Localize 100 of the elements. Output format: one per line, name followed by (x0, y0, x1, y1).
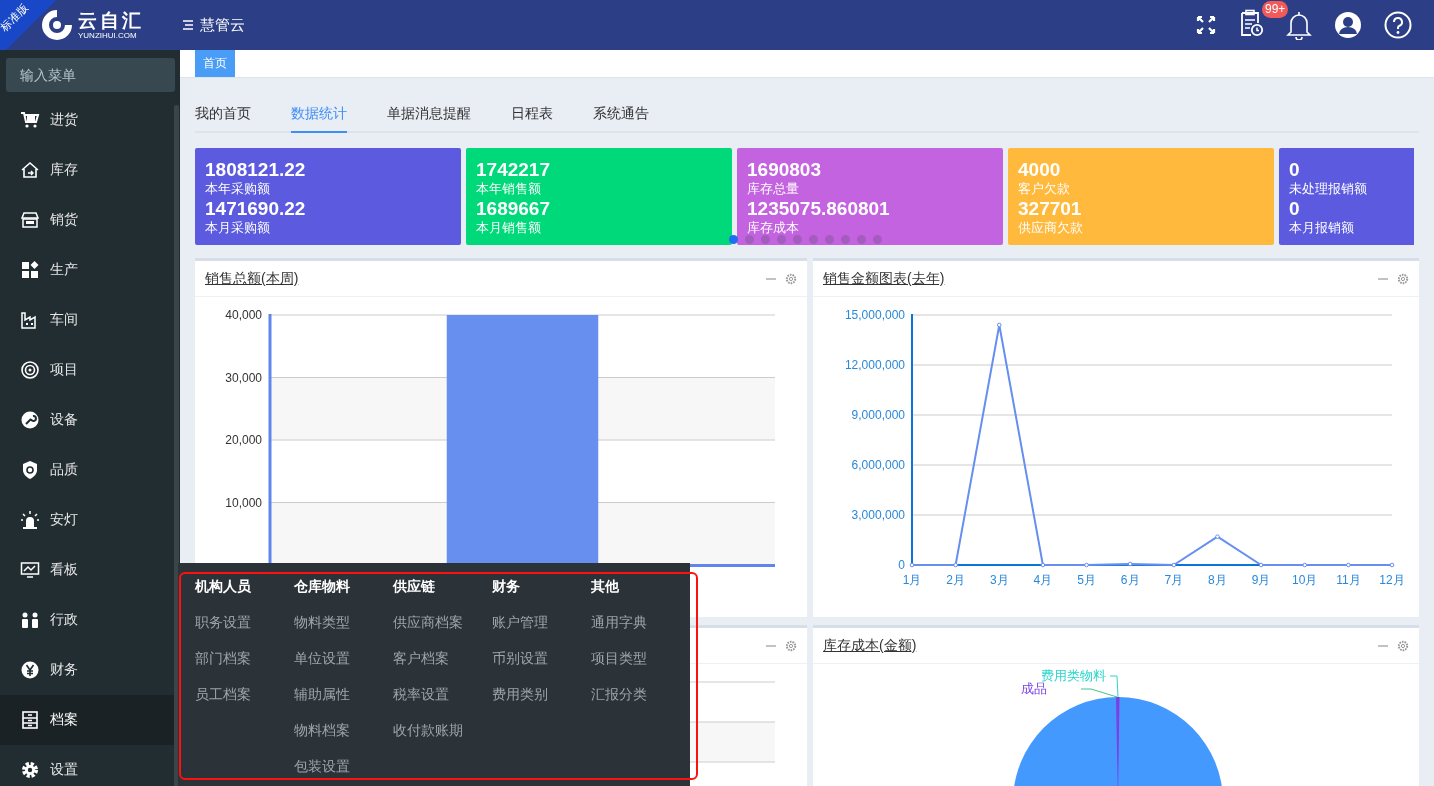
menu-item[interactable]: 物料类型 (294, 604, 393, 640)
axis-tick-label: 11月 (1336, 573, 1361, 587)
sidebar-item[interactable]: 生产 (0, 245, 174, 295)
menu-item[interactable]: 收付款账期 (393, 712, 492, 748)
menu-item[interactable]: 币别设置 (492, 640, 591, 676)
data-point (1127, 561, 1133, 567)
axis-tick-label: 8月 (1208, 573, 1227, 587)
settings-icon[interactable] (785, 639, 797, 652)
sidebar-item[interactable]: 库存 (0, 145, 174, 195)
stat-value: 1471690.22 (205, 197, 307, 220)
menu-item[interactable]: 通用字典 (591, 604, 690, 640)
menu-heading: 财务 (492, 577, 521, 596)
shield-icon (20, 460, 40, 480)
menu-item[interactable]: 客户档案 (393, 640, 492, 676)
sidebar-item[interactable]: 项目 (0, 345, 174, 395)
carousel-dot[interactable] (777, 235, 786, 244)
data-point (909, 562, 915, 568)
axis-tick-label: 1月 (902, 573, 922, 587)
sidebar-item[interactable]: 看板 (0, 545, 174, 595)
menu-item[interactable]: 费用类别 (492, 676, 591, 712)
menu-search-field[interactable]: 输入菜单 (6, 58, 175, 92)
axis-tick-label: 3月 (989, 573, 1009, 587)
menu-item[interactable]: 物料档案 (294, 712, 393, 748)
bell-icon[interactable] (1286, 10, 1312, 40)
sidebar-item[interactable]: 财务 (0, 645, 174, 695)
sidebar-item[interactable]: 安灯 (0, 495, 174, 545)
carousel-dot[interactable] (809, 235, 818, 244)
menu-item[interactable]: 汇报分类 (591, 676, 690, 712)
clipboard-clock-icon[interactable] (1238, 9, 1264, 37)
menu-item[interactable]: 项目类型 (591, 640, 690, 676)
stat-label: 库存成本 (747, 220, 800, 236)
settings-icon[interactable] (1397, 639, 1409, 652)
axis-tick-label: 5月 (1077, 573, 1096, 587)
app-title: 慧管云 (200, 15, 245, 35)
carousel-dot[interactable] (841, 235, 850, 244)
settings-icon[interactable] (785, 272, 797, 285)
axis-tick-label: 7月 (1164, 573, 1184, 587)
sidebar-item[interactable]: 设置 (0, 745, 174, 786)
carousel-dot[interactable] (825, 235, 834, 244)
sidebar-item[interactable]: 设备 (0, 395, 174, 445)
tab[interactable]: 数据统计 (291, 95, 347, 133)
axis-tick-label: 30,000 (225, 370, 262, 385)
carousel-dot[interactable] (873, 235, 882, 244)
fullscreen-icon[interactable] (1196, 15, 1216, 35)
axis-tick-label: 3,000,000 (851, 508, 905, 522)
stat-value: 1742217 (476, 158, 551, 181)
data-point (996, 322, 1002, 328)
scrollbar[interactable] (174, 105, 179, 786)
axis-tick-label: 6月 (1120, 573, 1140, 587)
stat-label: 本月报销额 (1289, 220, 1355, 236)
data-point (1258, 562, 1264, 568)
menu-item[interactable]: 账户管理 (492, 604, 591, 640)
stat-label: 未处理报销额 (1289, 181, 1368, 197)
carousel-dot[interactable] (857, 235, 866, 244)
data-point (1215, 534, 1220, 539)
sidebar-item[interactable]: 车间 (0, 295, 174, 345)
menu-icon[interactable] (182, 19, 194, 31)
axis-tick-label: 12,000,000 (844, 358, 905, 372)
pie-label: 费用类物料 (1041, 668, 1106, 683)
monitor-icon (20, 560, 40, 580)
menu-item[interactable]: 单位设置 (294, 640, 393, 676)
logo-name: 云自汇 (78, 10, 144, 30)
menu-item[interactable]: 员工档案 (195, 676, 294, 712)
panel-title: 销售金额图表(去年) (823, 269, 945, 288)
carousel-dot[interactable] (745, 235, 754, 244)
menu-item[interactable]: 税率设置 (393, 676, 492, 712)
tab[interactable]: 日程表 (511, 95, 553, 131)
avatar-icon[interactable] (1334, 11, 1362, 39)
sidebar-item[interactable]: 销货 (0, 195, 174, 245)
carousel-dot[interactable] (761, 235, 770, 244)
sidebar-item[interactable]: 品质 (0, 445, 174, 495)
menu-item[interactable]: 供应商档案 (393, 604, 492, 640)
axis-tick-label: 2月 (946, 573, 965, 587)
stat-label: 本年采购额 (205, 181, 271, 197)
axis-tick-label: 0 (898, 558, 905, 572)
page-tab[interactable]: 首页 (195, 50, 235, 77)
sidebar-item[interactable]: 进货 (0, 95, 174, 145)
stat-value: 0 (1289, 197, 1301, 220)
menu-item[interactable]: 部门档案 (195, 640, 294, 676)
sidebar-item[interactable]: 档案 (0, 695, 174, 745)
tab[interactable]: 我的首页 (195, 95, 251, 131)
menu-item[interactable]: 职务设置 (195, 604, 294, 640)
menu-item[interactable]: 辅助属性 (294, 676, 393, 712)
settings-icon[interactable] (1397, 272, 1409, 285)
sidebar-item[interactable]: 行政 (0, 595, 174, 645)
axis-tick-label: 6,000,000 (851, 458, 905, 472)
target-icon (20, 360, 40, 380)
help-icon[interactable] (1384, 11, 1412, 39)
carousel-dot[interactable] (729, 235, 738, 244)
stat-value: 0 (1289, 158, 1301, 181)
notification-badge: 99+ (1262, 1, 1289, 18)
stat-value: 327701 (1018, 197, 1083, 220)
menu-item[interactable]: 包装设置 (294, 748, 393, 784)
tab[interactable]: 单据消息提醒 (387, 95, 471, 131)
panel-title: 库存成本(金额) (823, 636, 917, 655)
menu-heading: 机构人员 (195, 577, 252, 596)
carousel-dot[interactable] (793, 235, 802, 244)
data-point (1389, 562, 1395, 568)
stat-label: 客户欠款 (1018, 181, 1071, 197)
tab[interactable]: 系统通告 (593, 95, 649, 131)
